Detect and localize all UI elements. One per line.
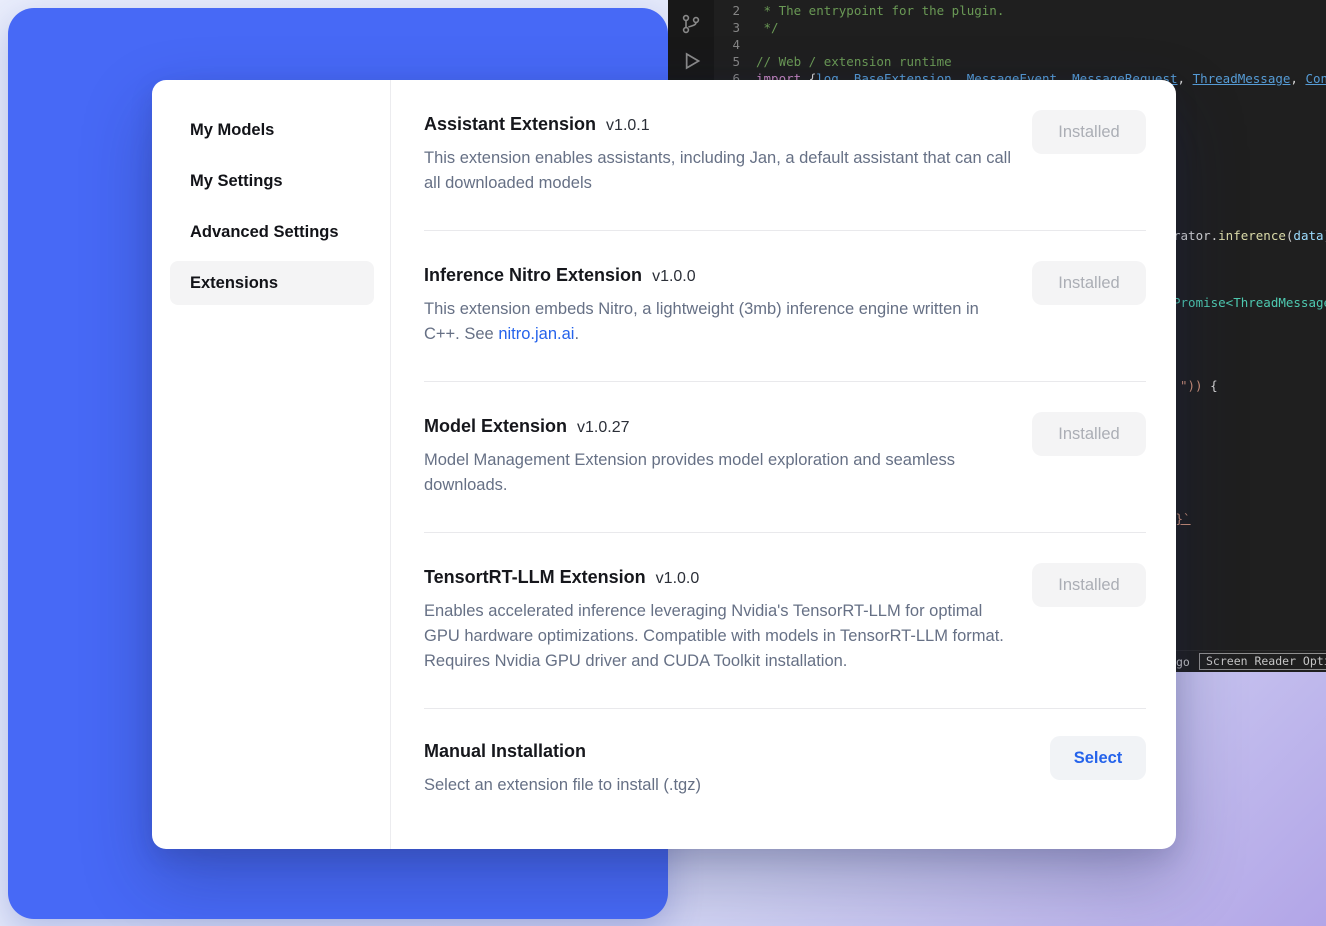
- extension-version: v1.0.1: [606, 117, 650, 134]
- sidebar-item-advanced-settings[interactable]: Advanced Settings: [170, 210, 374, 254]
- sidebar-item-label: Advanced Settings: [190, 223, 339, 242]
- code-text: rator.: [1173, 228, 1218, 243]
- sidebar-item-extensions[interactable]: Extensions: [170, 261, 374, 305]
- source-control-icon[interactable]: [668, 12, 714, 36]
- installed-button[interactable]: Installed: [1032, 412, 1146, 456]
- sidebar-item-label: My Settings: [190, 172, 283, 191]
- manual-installation-title: Manual Installation: [424, 741, 586, 761]
- installed-button[interactable]: Installed: [1032, 261, 1146, 305]
- desktop-background: 2 * The entrypoint for the plugin. 3 */ …: [0, 0, 1326, 926]
- extension-title: Assistant Extension: [424, 114, 596, 134]
- extension-version: v1.0.0: [652, 268, 696, 285]
- code-fragment: Promise<ThreadMessage>: [1173, 295, 1326, 310]
- extension-version: v1.0.0: [656, 570, 700, 587]
- line-number: 4: [714, 36, 740, 53]
- manual-installation-description: Select an extension file to install (.tg…: [424, 773, 1012, 798]
- code-text: */: [756, 20, 779, 35]
- code-line: 5 // Web / extension runtime: [714, 53, 1326, 70]
- status-bar-item[interactable]: go: [1176, 655, 1190, 669]
- extension-description: This extension embeds Nitro, a lightweig…: [424, 297, 1012, 347]
- installed-button[interactable]: Installed: [1032, 563, 1146, 607]
- line-number: 3: [714, 19, 740, 36]
- code-text: ThreadMessage: [1193, 71, 1291, 86]
- code-text: {: [1203, 378, 1218, 393]
- sidebar-item-my-settings[interactable]: My Settings: [170, 159, 374, 203]
- extension-version: v1.0.27: [577, 419, 629, 436]
- code-line: 3 */: [714, 19, 1326, 36]
- screen-reader-optimize-badge[interactable]: Screen Reader Optimize: [1199, 653, 1326, 670]
- extension-description: This extension enables assistants, inclu…: [424, 146, 1012, 196]
- code-text: ,: [1178, 71, 1193, 86]
- code-fragment: ")) {: [1180, 378, 1218, 393]
- code-text: Promise<ThreadMessage>: [1173, 295, 1326, 310]
- settings-sidebar: My Models My Settings Advanced Settings …: [152, 80, 391, 849]
- extension-title: Model Extension: [424, 416, 567, 436]
- extension-row-tensorrt: TensortRT-LLM Extension v1.0.0 Enables ac…: [424, 533, 1146, 709]
- code-text: ")): [1180, 378, 1203, 393]
- code-line: 2 * The entrypoint for the plugin.: [714, 2, 1326, 19]
- extensions-panel: Assistant Extension v1.0.1 This extension…: [391, 80, 1176, 849]
- code-text: data: [1293, 228, 1323, 243]
- extension-title: Inference Nitro Extension: [424, 265, 642, 285]
- extension-row-model: Model Extension v1.0.27 Model Management …: [424, 382, 1146, 533]
- settings-modal: My Models My Settings Advanced Settings …: [152, 80, 1176, 849]
- code-text: inference: [1218, 228, 1286, 243]
- sidebar-item-label: My Models: [190, 121, 274, 140]
- installed-button[interactable]: Installed: [1032, 110, 1146, 154]
- extension-row-nitro: Inference Nitro Extension v1.0.0 This ext…: [424, 231, 1146, 382]
- extension-title: TensortRT-LLM Extension: [424, 567, 646, 587]
- sidebar-item-my-models[interactable]: My Models: [170, 108, 374, 152]
- description-text: .: [574, 325, 579, 343]
- sidebar-item-label: Extensions: [190, 274, 278, 293]
- nitro-jan-ai-link[interactable]: nitro.jan.ai: [498, 325, 574, 343]
- select-file-button[interactable]: Select: [1050, 736, 1146, 780]
- run-debug-icon[interactable]: [668, 48, 714, 74]
- manual-installation-row: Manual Installation Select an extension …: [424, 709, 1146, 818]
- code-fragment: rator.inference(data));: [1173, 228, 1326, 243]
- extension-description: Model Management Extension provides mode…: [424, 448, 1012, 498]
- extension-description: Enables accelerated inference leveraging…: [424, 599, 1012, 674]
- code-line: 4: [714, 36, 1326, 53]
- line-number: 2: [714, 2, 740, 19]
- code-text: ,: [1290, 71, 1305, 86]
- code-text: ContentType: [1305, 71, 1326, 86]
- manual-installation-heading: Manual Installation: [424, 737, 1146, 765]
- extension-row-assistant: Assistant Extension v1.0.1 This extension…: [424, 80, 1146, 231]
- line-number: 5: [714, 53, 740, 70]
- code-text: // Web / extension runtime: [756, 54, 952, 69]
- code-text: * The entrypoint for the plugin.: [756, 3, 1004, 18]
- editor-code-area: 2 * The entrypoint for the plugin. 3 */ …: [714, 2, 1326, 87]
